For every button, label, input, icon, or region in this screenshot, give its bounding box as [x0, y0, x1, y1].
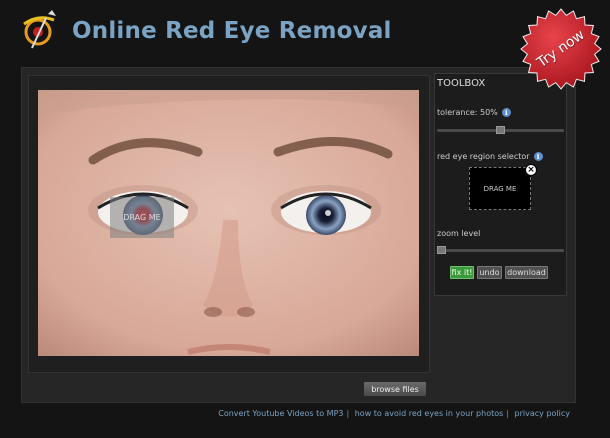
zoom-slider-handle[interactable]: [437, 246, 446, 254]
red-eye-drag-region[interactable]: DRAG ME: [110, 197, 174, 238]
footer-links: Convert Youtube Videos to MP3 | how to av…: [218, 409, 570, 418]
region-selector-box[interactable]: DRAG ME: [469, 167, 531, 210]
photo-canvas[interactable]: [38, 90, 419, 356]
close-icon[interactable]: ×: [525, 164, 537, 176]
browse-files-button[interactable]: browse files: [364, 382, 426, 396]
tolerance-row: tolerance: 50% i: [437, 108, 511, 117]
footer-link-youtube-mp3[interactable]: Convert Youtube Videos to MP3: [218, 409, 343, 418]
logo: [18, 10, 64, 52]
footer-link-privacy-policy[interactable]: privacy policy: [515, 409, 570, 418]
footer-separator: |: [346, 409, 350, 418]
download-button[interactable]: download: [505, 266, 548, 279]
try-now-badge[interactable]: Try now: [518, 6, 604, 92]
selector-row: red eye region selector i: [437, 152, 543, 161]
footer-separator: |: [506, 409, 509, 418]
tolerance-info-icon[interactable]: i: [501, 108, 511, 117]
tolerance-label: tolerance: 50%: [437, 108, 498, 117]
toolbox-title: TOOLBOX: [437, 78, 486, 89]
selector-info-icon[interactable]: i: [533, 152, 543, 161]
selector-label: red eye region selector: [437, 152, 530, 161]
footer-link-avoid-red-eyes[interactable]: how to avoid red eyes in your photos: [355, 409, 504, 418]
zoom-label: zoom level: [437, 229, 481, 238]
fix-it-button[interactable]: fix it!: [450, 266, 474, 279]
zoom-slider-track[interactable]: [437, 249, 564, 252]
site-title: Online Red Eye Removal: [72, 18, 392, 44]
undo-button[interactable]: undo: [477, 266, 502, 279]
tolerance-slider-handle[interactable]: [496, 126, 505, 134]
